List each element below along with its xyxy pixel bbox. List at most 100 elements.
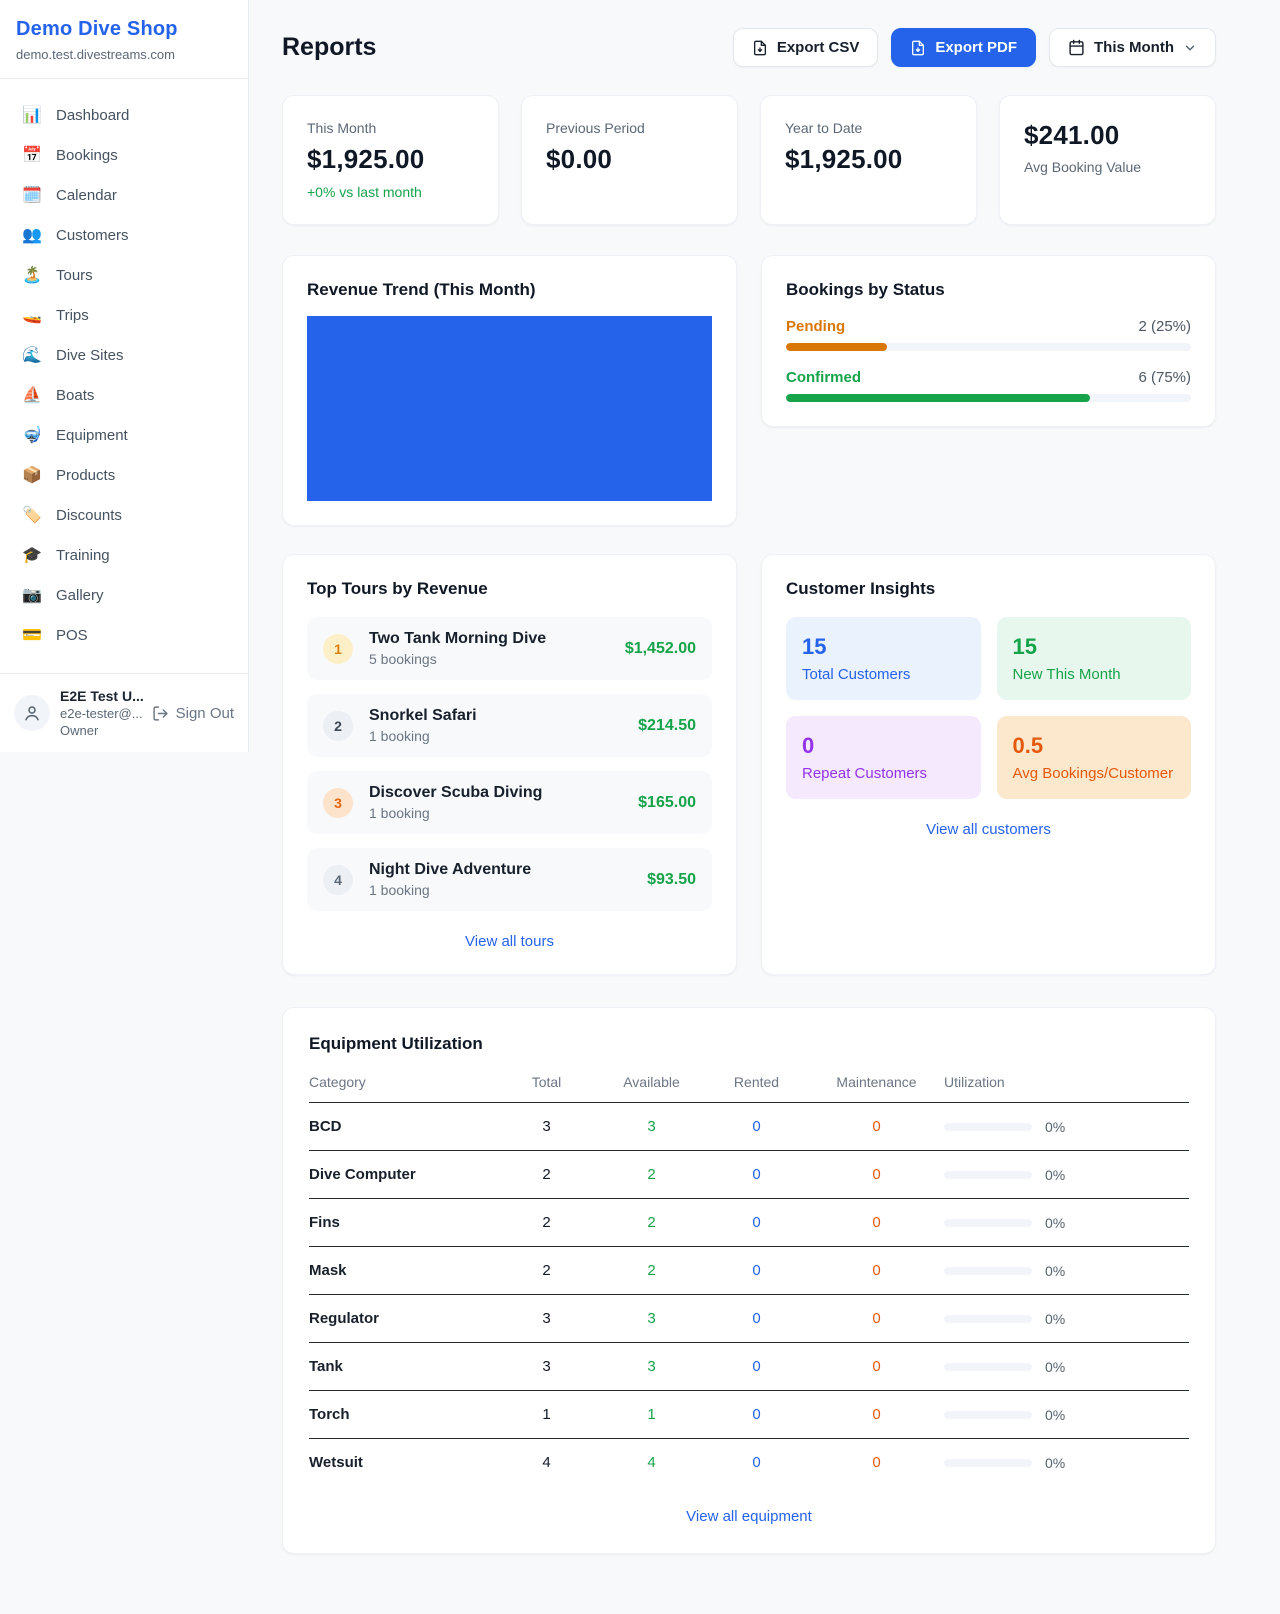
equip-available: 2	[599, 1151, 704, 1199]
insight-avg-bookings: 0.5 Avg Bookings/Customer	[997, 716, 1192, 799]
tour-row[interactable]: 1 Two Tank Morning Dive 5 bookings $1,45…	[307, 617, 712, 680]
view-all-equipment-link[interactable]: View all equipment	[309, 1508, 1189, 1525]
sidebar-item-pos[interactable]: 💳 POS	[12, 615, 236, 655]
user-role: Owner	[60, 723, 142, 738]
col-rented: Rented	[704, 1074, 809, 1103]
trips-icon: 🚤	[22, 305, 42, 325]
sidebar-item-dive-sites[interactable]: 🌊 Dive Sites	[12, 335, 236, 375]
tour-amount: $165.00	[638, 794, 696, 812]
table-row: Dive Computer 2 2 0 0 0%	[309, 1151, 1189, 1199]
sidebar-item-label: Equipment	[56, 427, 128, 444]
export-csv-button[interactable]: Export CSV	[733, 28, 879, 67]
tour-row[interactable]: 4 Night Dive Adventure 1 booking $93.50	[307, 848, 712, 911]
equipment-table-header: Category Total Available Rented Maintena…	[309, 1074, 1189, 1103]
sidebar-item-gallery[interactable]: 📷 Gallery	[12, 575, 236, 615]
user-icon	[23, 704, 41, 722]
discounts-icon: 🏷️	[22, 505, 42, 525]
equip-maintenance: 0	[809, 1391, 944, 1439]
revenue-trend-card: Revenue Trend (This Month)	[282, 255, 737, 526]
rank-badge: 2	[323, 711, 353, 741]
equip-maintenance: 0	[809, 1295, 944, 1343]
sidebar: Demo Dive Shop demo.test.divestreams.com…	[0, 0, 249, 752]
sidebar-item-discounts[interactable]: 🏷️ Discounts	[12, 495, 236, 535]
equip-total: 2	[494, 1199, 599, 1247]
view-all-customers-link[interactable]: View all customers	[786, 821, 1191, 838]
sidebar-item-customers[interactable]: 👥 Customers	[12, 215, 236, 255]
dive-sites-icon: 🌊	[22, 345, 42, 365]
user-email: e2e-tester@...	[60, 706, 142, 721]
sidebar-item-calendar[interactable]: 🗓️ Calendar	[12, 175, 236, 215]
period-dropdown[interactable]: This Month	[1049, 28, 1216, 67]
customer-insights-card: Customer Insights 15 Total Customers 15 …	[761, 554, 1216, 975]
stat-card-this-month: This Month $1,925.00 +0% vs last month	[282, 95, 499, 225]
sidebar-item-trips[interactable]: 🚤 Trips	[12, 295, 236, 335]
brand-block: Demo Dive Shop demo.test.divestreams.com	[0, 0, 248, 79]
stat-label: Year to Date	[785, 120, 952, 136]
table-row: Mask 2 2 0 0 0%	[309, 1247, 1189, 1295]
equip-utilization: 0%	[944, 1167, 1189, 1183]
equip-category: BCD	[309, 1103, 494, 1151]
tour-row[interactable]: 2 Snorkel Safari 1 booking $214.50	[307, 694, 712, 757]
table-row: Fins 2 2 0 0 0%	[309, 1199, 1189, 1247]
table-row: Wetsuit 4 4 0 0 0%	[309, 1439, 1189, 1487]
equip-category: Fins	[309, 1199, 494, 1247]
sidebar-item-bookings[interactable]: 📅 Bookings	[12, 135, 236, 175]
gallery-icon: 📷	[22, 585, 42, 605]
user-meta: E2E Test U... e2e-tester@... Owner	[60, 688, 142, 738]
customer-insights-title: Customer Insights	[786, 579, 1191, 599]
equip-rented: 0	[704, 1439, 809, 1487]
equip-maintenance: 0	[809, 1247, 944, 1295]
customers-icon: 👥	[22, 225, 42, 245]
equip-available: 2	[599, 1199, 704, 1247]
sidebar-item-products[interactable]: 📦 Products	[12, 455, 236, 495]
sidebar-item-equipment[interactable]: 🤿 Equipment	[12, 415, 236, 455]
rank-badge: 4	[323, 865, 353, 895]
tour-bookings: 5 bookings	[369, 651, 609, 667]
tour-bookings: 1 booking	[369, 728, 622, 744]
equip-total: 2	[494, 1247, 599, 1295]
training-icon: 🎓	[22, 545, 42, 565]
top-tours-card: Top Tours by Revenue 1 Two Tank Morning …	[282, 554, 737, 975]
page-header: Reports Export CSV Export PDF	[282, 28, 1216, 67]
stat-card-avg-booking-value: $241.00 Avg Booking Value	[999, 95, 1216, 225]
equip-total: 1	[494, 1391, 599, 1439]
equip-maintenance: 0	[809, 1343, 944, 1391]
sidebar-item-boats[interactable]: ⛵ Boats	[12, 375, 236, 415]
insight-label: Repeat Customers	[802, 765, 965, 782]
status-bar-fill	[786, 394, 1090, 402]
sidebar-item-label: Trips	[56, 307, 89, 324]
equip-available: 3	[599, 1103, 704, 1151]
view-all-tours-link[interactable]: View all tours	[307, 933, 712, 950]
tour-amount: $214.50	[638, 717, 696, 735]
tour-list: 1 Two Tank Morning Dive 5 bookings $1,45…	[307, 617, 712, 911]
top-tours-title: Top Tours by Revenue	[307, 579, 712, 599]
equip-rented: 0	[704, 1343, 809, 1391]
sidebar-item-dashboard[interactable]: 📊 Dashboard	[12, 95, 236, 135]
col-maintenance: Maintenance	[809, 1074, 944, 1103]
equip-category: Dive Computer	[309, 1151, 494, 1199]
export-pdf-label: Export PDF	[935, 39, 1017, 56]
export-pdf-button[interactable]: Export PDF	[891, 28, 1036, 67]
sidebar-item-tours[interactable]: 🏝️ Tours	[12, 255, 236, 295]
stat-value: $1,925.00	[785, 144, 952, 175]
equip-rented: 0	[704, 1151, 809, 1199]
insight-label: Avg Bookings/Customer	[1013, 765, 1176, 782]
equip-total: 3	[494, 1103, 599, 1151]
sidebar-item-training[interactable]: 🎓 Training	[12, 535, 236, 575]
user-name: E2E Test U...	[60, 688, 142, 704]
equipment-table: Category Total Available Rented Maintena…	[309, 1074, 1189, 1486]
sidebar-item-label: Discounts	[56, 507, 122, 524]
col-total: Total	[494, 1074, 599, 1103]
equip-maintenance: 0	[809, 1103, 944, 1151]
table-row: BCD 3 3 0 0 0%	[309, 1103, 1189, 1151]
equip-total: 3	[494, 1295, 599, 1343]
insights-grid: 15 Total Customers 15 New This Month 0 R…	[786, 617, 1191, 799]
stat-value: $241.00	[1024, 120, 1191, 151]
stat-card-year-to-date: Year to Date $1,925.00	[760, 95, 977, 225]
sidebar-item-label: Bookings	[56, 147, 118, 164]
sign-out-button[interactable]: Sign Out	[152, 705, 234, 722]
table-row: Torch 1 1 0 0 0%	[309, 1391, 1189, 1439]
tour-row[interactable]: 3 Discover Scuba Diving 1 booking $165.0…	[307, 771, 712, 834]
equip-utilization: 0%	[944, 1263, 1189, 1279]
sidebar-item-label: POS	[56, 627, 88, 644]
